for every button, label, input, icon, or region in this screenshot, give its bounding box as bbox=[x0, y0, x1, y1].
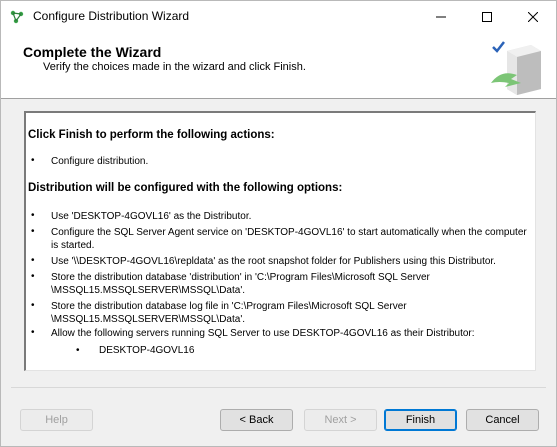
bullet: • bbox=[76, 345, 80, 356]
actions-heading: Click Finish to perform the following ac… bbox=[28, 129, 275, 141]
server-item: DESKTOP-4GOVL16 bbox=[99, 345, 195, 356]
summary-panel[interactable]: Click Finish to perform the following ac… bbox=[24, 111, 536, 371]
close-button[interactable] bbox=[510, 1, 556, 33]
minimize-icon bbox=[436, 12, 446, 22]
wizard-window: Configure Distribution Wizard Complete t… bbox=[0, 0, 557, 447]
page-title: Complete the Wizard bbox=[23, 44, 162, 60]
bullet: • bbox=[31, 210, 35, 221]
next-button[interactable]: Next > bbox=[304, 409, 377, 431]
wizard-body: Click Finish to perform the following ac… bbox=[1, 99, 556, 382]
finish-button[interactable]: Finish bbox=[384, 409, 457, 431]
window-title: Configure Distribution Wizard bbox=[33, 9, 190, 23]
options-heading: Distribution will be configured with the… bbox=[28, 182, 343, 194]
bullet: • bbox=[31, 271, 35, 282]
bullet: • bbox=[31, 155, 35, 166]
option-item: Store the distribution database log file… bbox=[51, 301, 407, 325]
back-button[interactable]: < Back bbox=[220, 409, 293, 431]
cancel-button[interactable]: Cancel bbox=[466, 409, 539, 431]
maximize-button[interactable] bbox=[464, 1, 510, 33]
page-subtitle: Verify the choices made in the wizard an… bbox=[43, 61, 306, 73]
bullet: • bbox=[31, 255, 35, 266]
option-item: Use '\\DESKTOP-4GOVL16\repldata' as the … bbox=[51, 256, 496, 267]
option-item: Store the distribution database 'distrib… bbox=[51, 272, 430, 296]
title-bar[interactable]: Configure Distribution Wizard bbox=[1, 1, 556, 33]
help-button[interactable]: Help bbox=[20, 409, 93, 431]
footer-divider bbox=[11, 387, 546, 388]
option-item: Allow the following servers running SQL … bbox=[51, 328, 475, 339]
option-item: Use 'DESKTOP-4GOVL16' as the Distributor… bbox=[51, 211, 252, 222]
wizard-app-icon bbox=[9, 9, 25, 25]
bullet: • bbox=[31, 327, 35, 338]
wizard-header: Complete the Wizard Verify the choices m… bbox=[1, 33, 556, 99]
option-item: Configure the SQL Server Agent service o… bbox=[51, 227, 527, 251]
bullet: • bbox=[31, 300, 35, 311]
bullet: • bbox=[31, 226, 35, 237]
action-item: Configure distribution. bbox=[51, 156, 149, 167]
maximize-icon bbox=[482, 12, 492, 22]
server-check-icon bbox=[487, 39, 547, 95]
minimize-button[interactable] bbox=[418, 1, 464, 33]
close-icon bbox=[528, 12, 538, 22]
